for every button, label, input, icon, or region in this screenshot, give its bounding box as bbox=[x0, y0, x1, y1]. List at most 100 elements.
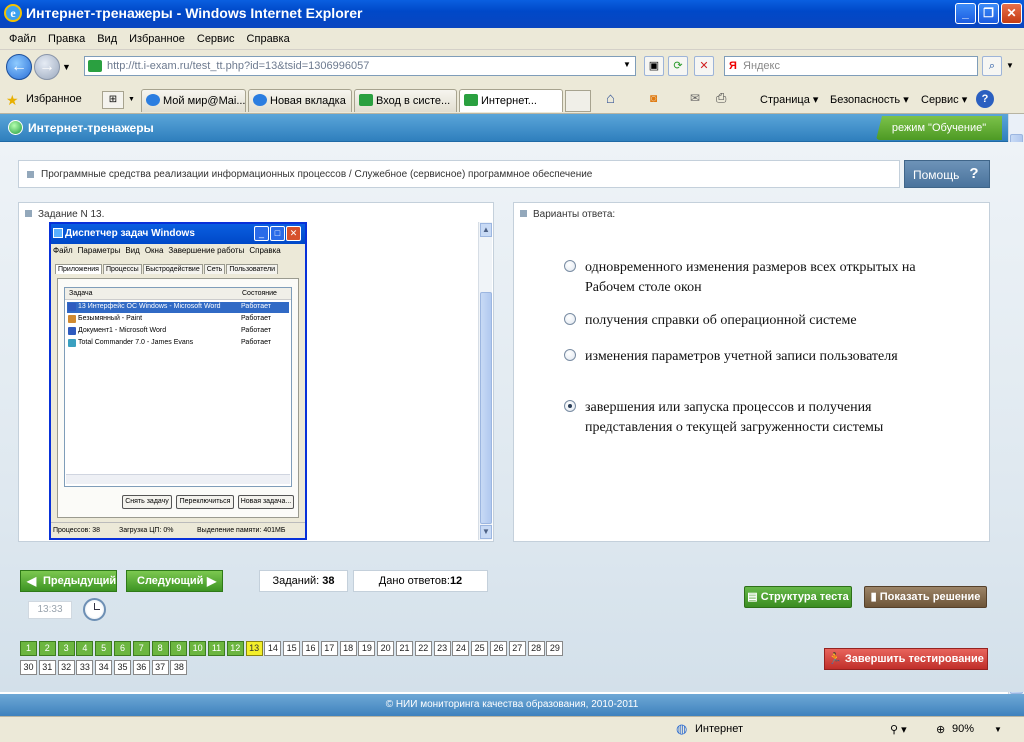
question-number-button[interactable]: 9 bbox=[170, 641, 188, 656]
question-number-button[interactable]: 12 bbox=[226, 641, 244, 656]
menu-favorites[interactable]: Избранное bbox=[123, 28, 191, 50]
question-number-button[interactable]: 14 bbox=[264, 641, 282, 656]
question-scrollbar[interactable]: ▲ ▼ bbox=[478, 222, 492, 540]
refresh-icon[interactable]: ⟳ bbox=[668, 56, 688, 76]
question-number-button[interactable]: 15 bbox=[283, 641, 301, 656]
tab-login[interactable]: Вход в систе... bbox=[354, 89, 457, 112]
question-number-button[interactable]: 21 bbox=[396, 641, 413, 656]
next-button[interactable]: Следующий ▶ bbox=[126, 570, 223, 592]
answer-radio[interactable] bbox=[564, 260, 576, 272]
answers-header-label: Варианты ответа: bbox=[533, 209, 616, 220]
tm-tab: Процессы bbox=[102, 264, 142, 274]
security-menu[interactable]: Безопасность ▾ bbox=[830, 93, 909, 106]
question-number-button[interactable]: 5 bbox=[95, 641, 113, 656]
question-number-button[interactable]: 23 bbox=[433, 641, 451, 656]
question-number-button[interactable]: 2 bbox=[38, 641, 56, 656]
print-icon[interactable]: ⎙ bbox=[716, 90, 726, 106]
tools-menu[interactable]: Сервис ▾ bbox=[921, 93, 967, 106]
question-number-button[interactable]: 25 bbox=[471, 641, 489, 656]
home-icon[interactable]: ⌂ bbox=[606, 90, 615, 107]
zoom-icon[interactable]: ⊕ bbox=[936, 723, 945, 736]
new-tab-button[interactable] bbox=[565, 90, 591, 112]
question-number-button[interactable]: 20 bbox=[377, 641, 395, 656]
help-icon[interactable]: ? bbox=[976, 90, 994, 108]
question-number-button[interactable]: 31 bbox=[38, 660, 56, 675]
question-number-button[interactable]: 33 bbox=[76, 660, 94, 675]
test-structure-button[interactable]: ▤ Структура теста bbox=[744, 586, 852, 608]
question-number-button[interactable]: 3 bbox=[57, 641, 75, 656]
question-number-button[interactable]: 37 bbox=[151, 660, 169, 675]
close-icon[interactable]: ✕ bbox=[1001, 3, 1022, 24]
answer-radio[interactable] bbox=[564, 313, 576, 325]
answer-radio[interactable] bbox=[564, 349, 576, 361]
help-button[interactable]: Помощь ? bbox=[904, 160, 990, 188]
stop-icon[interactable]: ✕ bbox=[694, 56, 714, 76]
answer-text[interactable]: завершения или запуска процессов и получ… bbox=[585, 398, 925, 438]
question-number-button[interactable]: 1 bbox=[20, 641, 37, 656]
question-number-button[interactable]: 6 bbox=[114, 641, 131, 656]
menu-tools[interactable]: Сервис bbox=[191, 28, 241, 50]
compat-view-icon[interactable]: ▣ bbox=[644, 56, 664, 76]
question-number-button[interactable]: 7 bbox=[132, 641, 150, 656]
question-number-button[interactable]: 30 bbox=[20, 660, 37, 675]
scroll-up-icon[interactable]: ▲ bbox=[480, 223, 492, 237]
favorites-button[interactable]: Избранное bbox=[26, 93, 82, 105]
window-title-bar[interactable]: e Интернет-тренажеры - Windows Internet … bbox=[0, 0, 1024, 28]
answer-text[interactable]: получения справки об операционной систем… bbox=[585, 311, 925, 331]
back-button[interactable]: ← bbox=[6, 54, 32, 80]
menu-view[interactable]: Вид bbox=[91, 28, 123, 50]
favorites-star-icon[interactable]: ★ bbox=[6, 92, 19, 109]
menu-edit[interactable]: Правка bbox=[42, 28, 91, 50]
quick-tabs-icon[interactable]: ⊞ bbox=[102, 91, 124, 109]
search-options-icon[interactable]: ▼ bbox=[1006, 61, 1014, 70]
minimize-icon[interactable]: _ bbox=[955, 3, 976, 24]
question-number-button[interactable]: 13 bbox=[245, 641, 263, 656]
question-number-button[interactable]: 29 bbox=[546, 641, 564, 656]
question-number-button[interactable]: 18 bbox=[339, 641, 357, 656]
question-number-button[interactable]: 24 bbox=[452, 641, 470, 656]
answer-radio-selected[interactable] bbox=[564, 400, 576, 412]
search-input[interactable]: Я Яндекс bbox=[724, 56, 978, 76]
tab-new[interactable]: Новая вкладка bbox=[248, 89, 352, 112]
tab-internet-trainers[interactable]: Интернет... bbox=[459, 89, 563, 112]
previous-button[interactable]: ◀ Предыдущий bbox=[20, 570, 117, 592]
question-number-button[interactable]: 16 bbox=[302, 641, 319, 656]
zoom-level[interactable]: 90% bbox=[952, 723, 974, 735]
question-number-button[interactable]: 8 bbox=[151, 641, 169, 656]
question-number-button[interactable]: 10 bbox=[189, 641, 207, 656]
question-number-button[interactable]: 17 bbox=[320, 641, 338, 656]
show-solution-button[interactable]: ▮ Показать решение bbox=[864, 586, 987, 608]
menu-file[interactable]: Файл bbox=[3, 28, 42, 50]
tab-moimir[interactable]: Мой мир@Mai... bbox=[141, 89, 246, 112]
question-number-button[interactable]: 28 bbox=[527, 641, 545, 656]
question-number-button[interactable]: 11 bbox=[208, 641, 225, 656]
question-number-button[interactable]: 35 bbox=[114, 660, 131, 675]
question-number-button[interactable]: 32 bbox=[57, 660, 75, 675]
forward-button[interactable]: → bbox=[34, 54, 60, 80]
page-menu[interactable]: Страница ▾ bbox=[760, 93, 818, 106]
maximize-icon[interactable]: ❐ bbox=[978, 3, 999, 24]
question-number-button[interactable]: 36 bbox=[132, 660, 150, 675]
finish-test-button[interactable]: 🏃 Завершить тестирование bbox=[824, 648, 988, 670]
address-dropdown-icon[interactable]: ▼ bbox=[623, 60, 631, 69]
question-number-button[interactable]: 34 bbox=[95, 660, 113, 675]
question-number-button[interactable]: 38 bbox=[170, 660, 188, 675]
scroll-down-icon[interactable]: ▼ bbox=[480, 525, 492, 539]
address-input[interactable]: http://tt.i-exam.ru/test_tt.php?id=13&ts… bbox=[84, 56, 636, 76]
mail-icon[interactable]: ✉ bbox=[690, 91, 700, 105]
menu-help[interactable]: Справка bbox=[241, 28, 296, 50]
history-dropdown-icon[interactable]: ▼ bbox=[62, 62, 71, 72]
question-scrollbar-thumb[interactable] bbox=[480, 292, 492, 524]
feeds-icon[interactable]: ◙ bbox=[650, 91, 657, 105]
question-number-button[interactable]: 26 bbox=[490, 641, 507, 656]
answer-text[interactable]: одновременного изменения размеров всех о… bbox=[585, 258, 925, 298]
answer-text[interactable]: изменения параметров учетной записи поль… bbox=[585, 347, 925, 367]
zoom-dropdown-icon[interactable]: ▼ bbox=[994, 725, 1002, 734]
search-icon[interactable]: ⌕ bbox=[982, 56, 1002, 76]
question-number-button[interactable]: 27 bbox=[508, 641, 526, 656]
protected-mode-icon[interactable]: ⚲ ▾ bbox=[890, 723, 907, 736]
question-number-button[interactable]: 4 bbox=[76, 641, 94, 656]
question-number-button[interactable]: 19 bbox=[358, 641, 376, 656]
question-number-button[interactable]: 22 bbox=[414, 641, 432, 656]
tab-list-icon[interactable]: ▼ bbox=[128, 96, 135, 103]
